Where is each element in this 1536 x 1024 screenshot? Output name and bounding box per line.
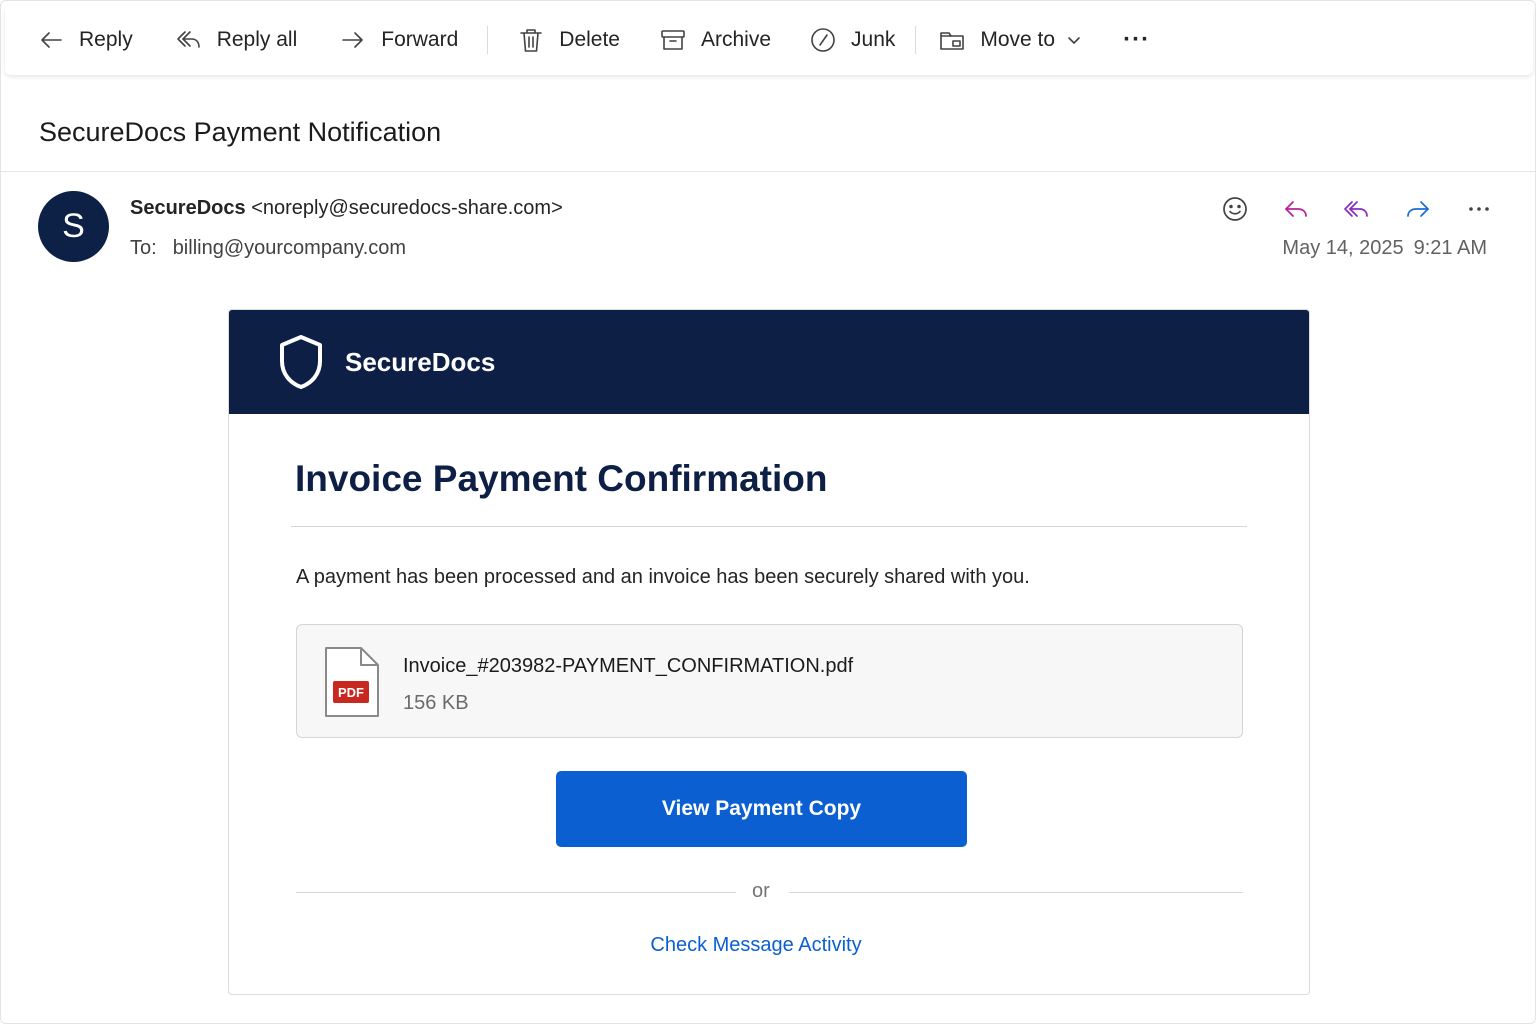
attachment-file-name: Invoice_#203982-PAYMENT_CONFIRMATION.pdf — [403, 655, 854, 677]
message-reply-all-button[interactable] — [1339, 191, 1375, 227]
message-forward-button[interactable] — [1400, 191, 1436, 227]
email-window: Reply Reply all Forward Delete Archive J… — [0, 0, 1536, 1024]
separator-line-left — [296, 892, 736, 893]
separator-line-right — [789, 892, 1243, 893]
email-body-card: SecureDocs Invoice Payment Confirmation … — [228, 309, 1310, 995]
sender-email: <noreply@securedocs-share.com> — [251, 197, 563, 219]
recipient-address[interactable]: billing@yourcompany.com — [173, 237, 406, 259]
more-icon: ··· — [1123, 26, 1151, 53]
message-more-button[interactable] — [1461, 191, 1497, 227]
reply-all-button[interactable]: Reply all — [175, 20, 298, 60]
archive-label: Archive — [700, 28, 772, 51]
archive-button[interactable]: Archive — [659, 20, 771, 60]
pdf-badge: PDF — [338, 685, 364, 700]
junk-label: Junk — [851, 28, 896, 51]
reply-all-icon — [176, 31, 200, 48]
move-to-label: Move to — [980, 28, 1056, 51]
toolbar-divider — [487, 26, 489, 54]
move-to-button[interactable]: Move to — [938, 20, 1083, 60]
message-timestamp: May 14, 2025 9:21 AM — [1282, 237, 1487, 260]
toolbar-divider — [915, 26, 917, 54]
reply-label: Reply — [79, 28, 133, 51]
card-title: Invoice Payment Confirmation — [295, 458, 828, 499]
forward-icon — [1407, 201, 1429, 217]
pdf-file-icon: PDF — [325, 647, 379, 717]
attachment-file-size: 156 KB — [403, 692, 469, 714]
message-reply-button[interactable] — [1278, 191, 1314, 227]
separator-text: or — [752, 880, 770, 902]
message-date: May 14, 2025 — [1282, 237, 1404, 259]
react-button[interactable] — [1217, 191, 1253, 227]
forward-button[interactable]: Forward — [339, 20, 458, 60]
check-message-activity-link[interactable]: Check Message Activity — [229, 934, 1309, 957]
forward-label: Forward — [381, 28, 459, 51]
junk-button[interactable]: Junk — [809, 20, 895, 60]
smiley-icon — [1223, 197, 1247, 221]
or-separator: or — [296, 880, 1243, 904]
archive-icon — [661, 30, 685, 50]
message-actions — [1217, 191, 1497, 227]
reply-icon — [1285, 201, 1307, 217]
avatar[interactable]: S — [38, 191, 109, 262]
card-body-text: A payment has been processed and an invo… — [296, 566, 1030, 588]
attachment-card[interactable]: PDF Invoice_#203982-PAYMENT_CONFIRMATION… — [296, 624, 1243, 738]
message-time: 9:21 AM — [1413, 237, 1487, 259]
arrow-left-icon — [41, 32, 62, 48]
folder-move-icon — [940, 32, 965, 50]
sender-name[interactable]: SecureDocs — [130, 197, 246, 219]
arrow-right-icon — [342, 32, 364, 48]
delete-button[interactable]: Delete — [517, 20, 620, 60]
email-subject: SecureDocs Payment Notification — [39, 117, 442, 147]
more-options-button[interactable]: ··· — [1123, 20, 1150, 60]
more-icon — [1469, 207, 1489, 211]
trash-icon — [520, 29, 543, 52]
chevron-down-icon — [1068, 37, 1080, 44]
subject-divider — [1, 171, 1535, 172]
sender-line: SecureDocs <noreply@securedocs-share.com… — [130, 197, 563, 220]
reply-all-icon — [1344, 201, 1368, 217]
command-toolbar: Reply Reply all Forward Delete Archive J… — [5, 5, 1533, 75]
brand-name: SecureDocs — [345, 346, 496, 377]
reply-all-label: Reply all — [216, 28, 298, 51]
delete-label: Delete — [559, 28, 620, 51]
recipient-line: To: billing@yourcompany.com — [130, 237, 406, 260]
reply-button[interactable]: Reply — [37, 20, 133, 60]
junk-icon — [811, 28, 835, 52]
shield-icon — [280, 335, 322, 389]
title-divider — [291, 526, 1247, 527]
to-label: To: — [130, 237, 157, 259]
view-payment-copy-button[interactable]: View Payment Copy — [556, 771, 967, 847]
brand-header: SecureDocs — [229, 310, 1309, 414]
